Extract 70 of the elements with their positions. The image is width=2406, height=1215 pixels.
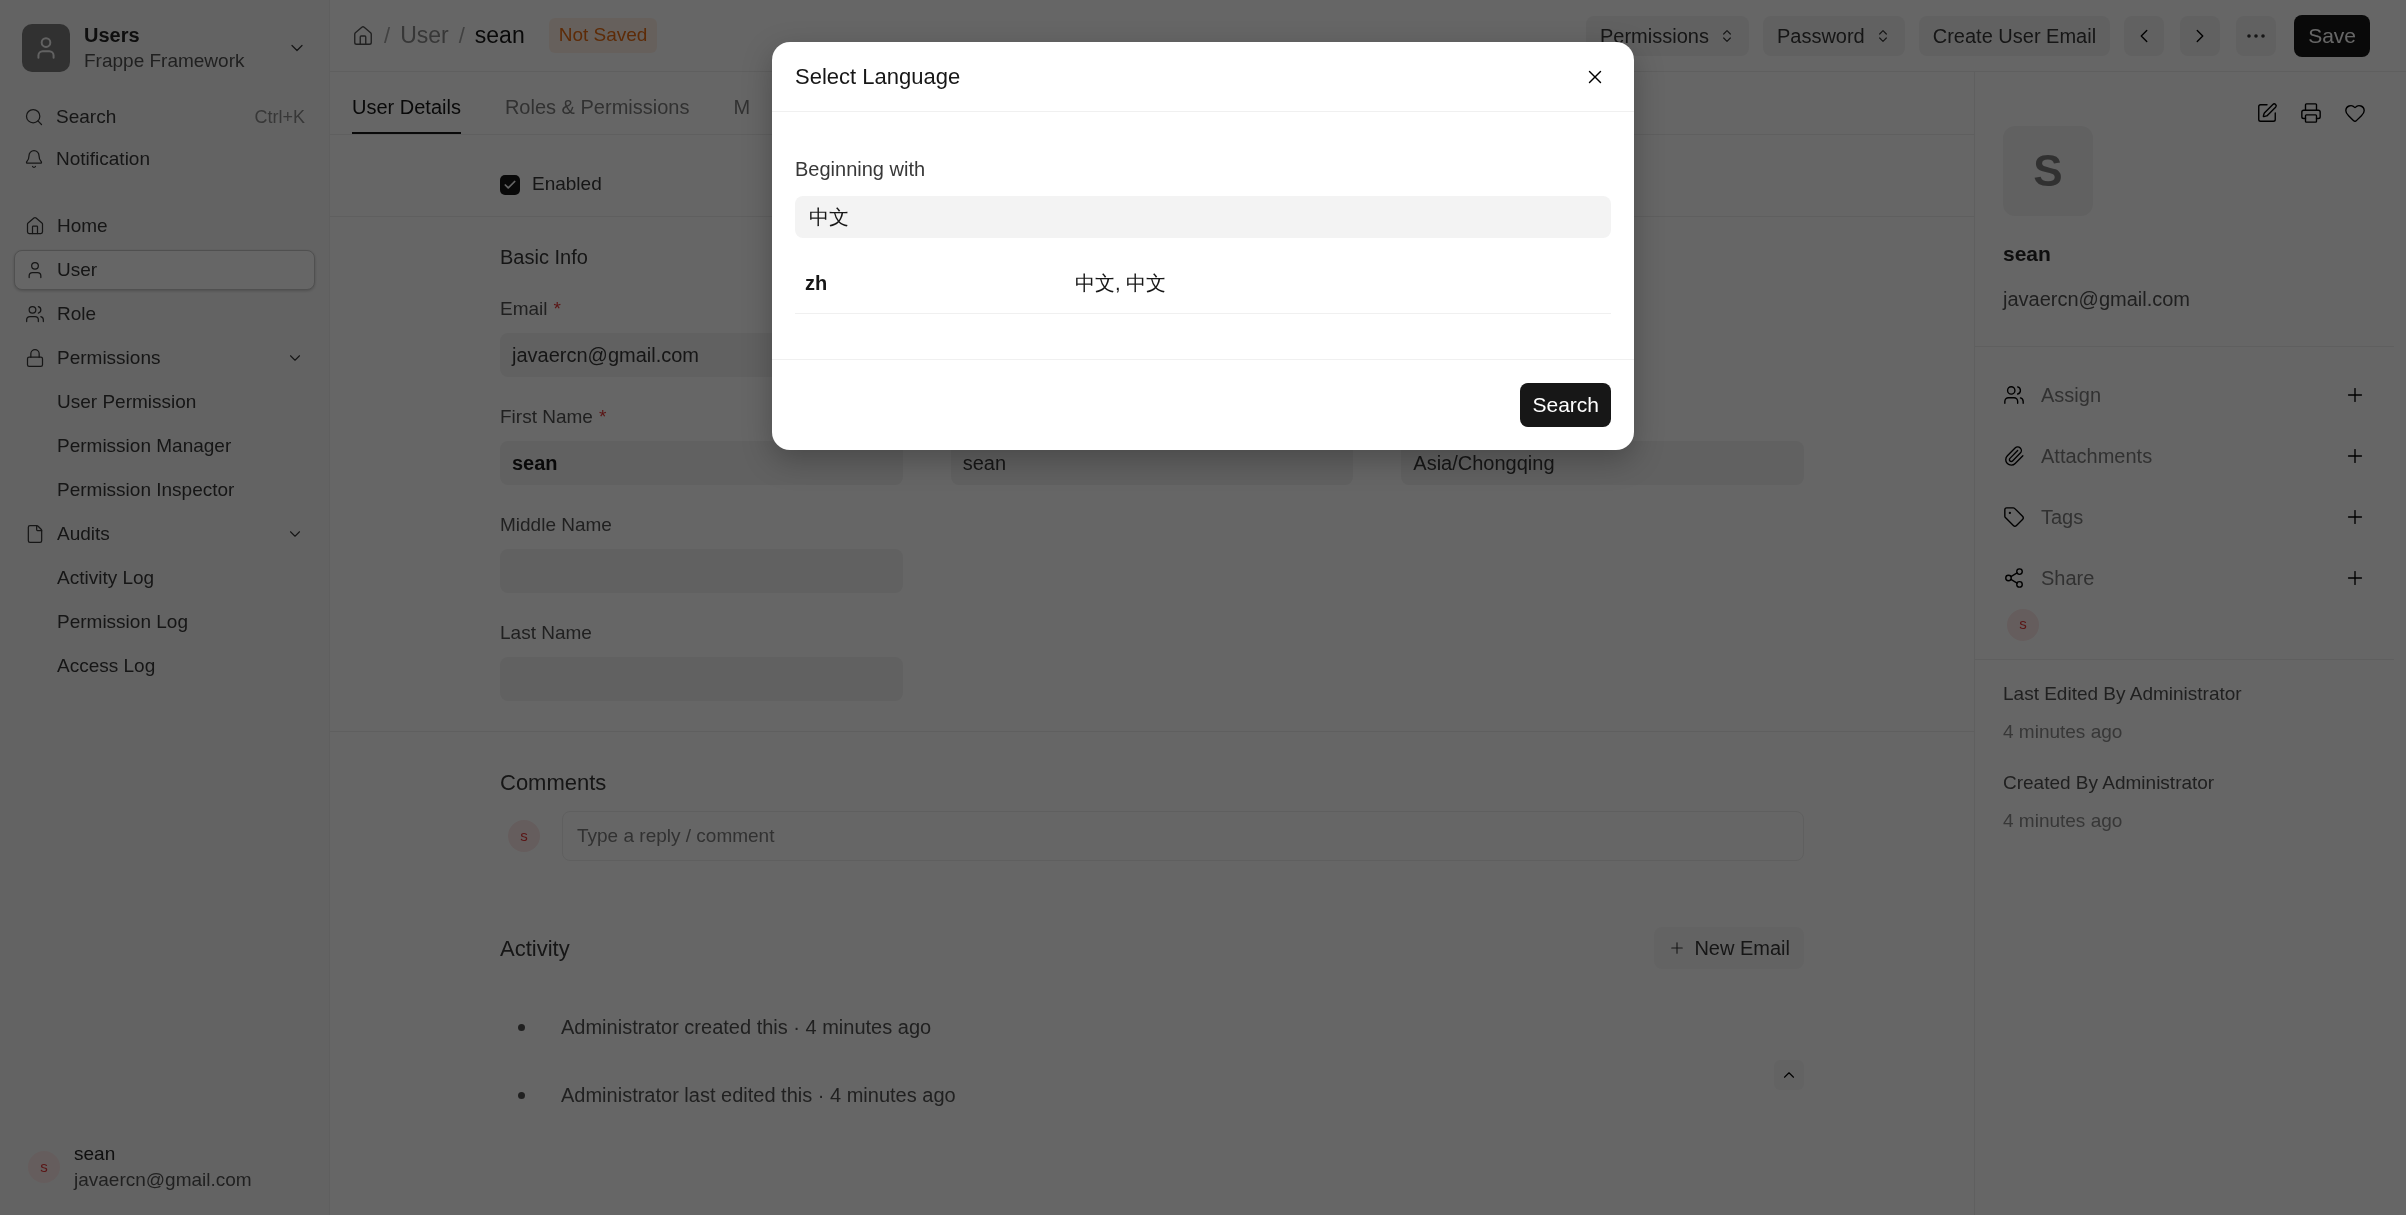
create-email-button[interactable]: Create User Email xyxy=(1918,15,2111,56)
search-label: Search xyxy=(56,104,118,129)
user-menu[interactable]: s sean javaercn@gmail.com xyxy=(14,1141,315,1193)
paperclip-icon xyxy=(2003,445,2025,467)
sidebar-item[interactable]: Role xyxy=(14,294,315,334)
edit-icon[interactable] xyxy=(2256,102,2278,124)
home-icon[interactable] xyxy=(352,24,374,47)
save-button[interactable]: Save xyxy=(2294,14,2370,57)
notification-item[interactable]: Notification xyxy=(14,138,315,180)
section-heading: Basic Info xyxy=(500,245,589,270)
field-label: Last Name xyxy=(500,620,592,645)
meta-text: Created By Administrator xyxy=(2003,770,2216,795)
language-code: zh xyxy=(804,270,829,296)
sidebar-subitem[interactable]: User Permission xyxy=(14,382,315,422)
input-field[interactable]: sean xyxy=(500,441,903,485)
sidebar-item[interactable]: User xyxy=(14,250,315,290)
field-label: Middle Name xyxy=(500,512,612,537)
users-icon xyxy=(2003,384,2025,406)
app-title: Users xyxy=(84,23,141,48)
user-email: javaercn@gmail.com xyxy=(74,1168,252,1192)
field-label: First Name * xyxy=(500,404,607,429)
checkbox-label: Enabled xyxy=(532,172,602,197)
section-heading: Activity xyxy=(500,934,570,963)
input-field[interactable]: 中文 xyxy=(795,196,1611,238)
ellipsis-icon xyxy=(2247,33,2266,38)
sidebar-item[interactable]: Permissions xyxy=(14,338,315,378)
dialog-title: Select Language xyxy=(795,63,961,91)
checkbox[interactable] xyxy=(500,174,520,195)
user-name: sean xyxy=(74,1142,117,1166)
profile-name: sean xyxy=(2003,241,2052,267)
lock-icon xyxy=(25,348,45,368)
breadcrumb-separator: / xyxy=(458,22,465,50)
search-button[interactable]: Search xyxy=(1520,383,1611,427)
more-button[interactable] xyxy=(2236,15,2277,56)
dropdown-button[interactable]: Password xyxy=(1762,15,1905,56)
tag-icon xyxy=(2003,506,2025,528)
breadcrumb-separator: / xyxy=(384,22,391,50)
sidebar-subitem[interactable]: Permission Manager xyxy=(14,426,315,466)
bell-icon xyxy=(24,149,44,169)
sidebar-item[interactable]: Audits xyxy=(14,514,315,554)
dropdown-button[interactable]: Permissions xyxy=(1586,15,1749,56)
activity-text: Administrator created this · 4 minutes ago xyxy=(561,1015,933,1040)
tab[interactable]: User Details xyxy=(352,82,461,134)
section-heading: Comments xyxy=(500,769,608,797)
printer-icon[interactable] xyxy=(2300,102,2322,124)
share-icon xyxy=(2003,567,2025,589)
sidebar-subitem[interactable]: Activity Log xyxy=(14,558,315,598)
field-label: Beginning with xyxy=(795,157,927,182)
meta-text: Last Edited By Administrator xyxy=(2003,681,2243,706)
language-name: 中文, 中文 xyxy=(1075,270,1167,296)
profile-email: javaercn@gmail.com xyxy=(2003,286,2192,312)
status-badge: Not Saved xyxy=(548,18,658,53)
file-icon xyxy=(25,524,45,544)
avatar: s xyxy=(508,820,540,852)
sidebar-subitem[interactable]: Permission Inspector xyxy=(14,470,315,510)
search-icon xyxy=(24,107,44,127)
result-row[interactable]: zh 中文, 中文 xyxy=(795,252,1611,314)
heart-icon[interactable] xyxy=(2344,102,2366,124)
sidebar-subitem[interactable]: Access Log xyxy=(14,646,315,686)
sidebar-subitem[interactable]: Permission Log xyxy=(14,602,315,642)
field-label: Email * xyxy=(500,296,561,321)
sidebar-item[interactable]: Home xyxy=(14,206,315,246)
activity-text: Administrator last edited this · 4 minutes ago xyxy=(561,1083,957,1108)
breadcrumb-link[interactable]: sean xyxy=(474,18,525,53)
avatar: s xyxy=(2007,608,2039,641)
home-icon xyxy=(25,216,45,236)
users-icon xyxy=(25,304,45,324)
avatar: s xyxy=(28,1151,60,1183)
app-subtitle: Frappe Framework xyxy=(84,49,246,73)
app-switcher[interactable]: Users Frappe Framework xyxy=(14,22,315,74)
